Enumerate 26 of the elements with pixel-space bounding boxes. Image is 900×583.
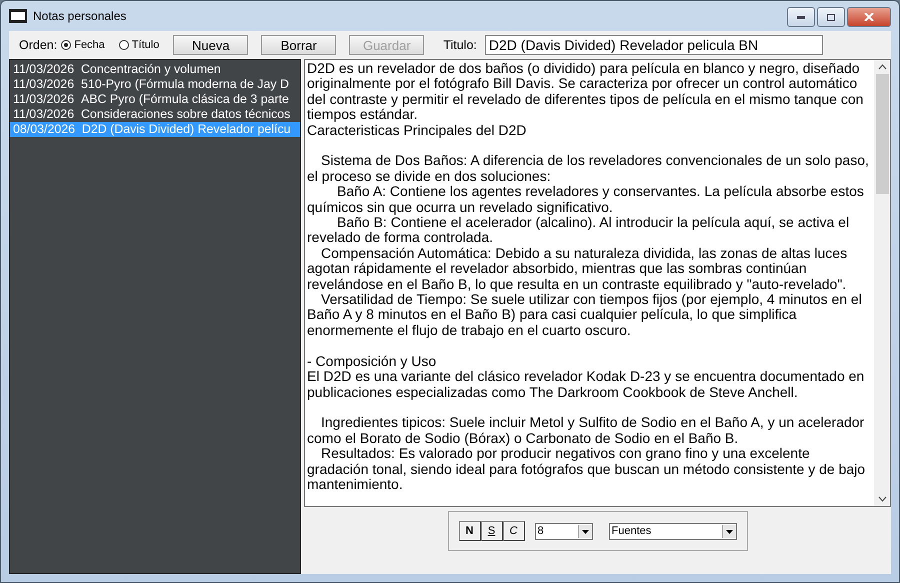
font-select[interactable]: Fuentes (608, 522, 736, 540)
style-button[interactable]: C (502, 521, 524, 541)
scrollbar-thumb[interactable] (876, 74, 888, 194)
note-item[interactable]: 11/03/2026 Concentración y volumen (10, 62, 300, 77)
close-icon (864, 13, 874, 21)
minimize-icon (797, 16, 805, 18)
order-label: Orden: (19, 38, 58, 52)
toolbar-button[interactable]: Borrar (261, 35, 336, 55)
sort-radio[interactable]: Fecha (61, 39, 105, 51)
window-title: Notas personales (33, 9, 126, 23)
style-button[interactable]: N (458, 521, 480, 541)
note-item[interactable]: 11/03/2026 Consideraciones sobre datos técnicos (10, 107, 300, 122)
sort-radio[interactable]: Título (118, 39, 160, 51)
note-item[interactable]: 11/03/2026 510-Pyro (Fórmula moderna de Jay D (10, 77, 300, 92)
minimize-button[interactable] (787, 7, 815, 27)
film-icon (9, 9, 27, 23)
title-label: Titulo: (443, 38, 477, 52)
close-button[interactable] (847, 7, 891, 27)
note-item[interactable]: 11/03/2026 ABC Pyro (Fórmula clásica de 3 parte (10, 92, 300, 107)
style-button[interactable]: S (480, 521, 502, 541)
size-select[interactable]: 8 (534, 522, 592, 540)
scrollbar[interactable] (874, 60, 890, 506)
maximize-icon (827, 14, 835, 20)
title-field[interactable]: D2D (Davis Divided) Revelador pelicula BN (484, 35, 823, 55)
toolbar-button[interactable]: Nueva (173, 35, 248, 55)
maximize-button[interactable] (817, 7, 845, 27)
